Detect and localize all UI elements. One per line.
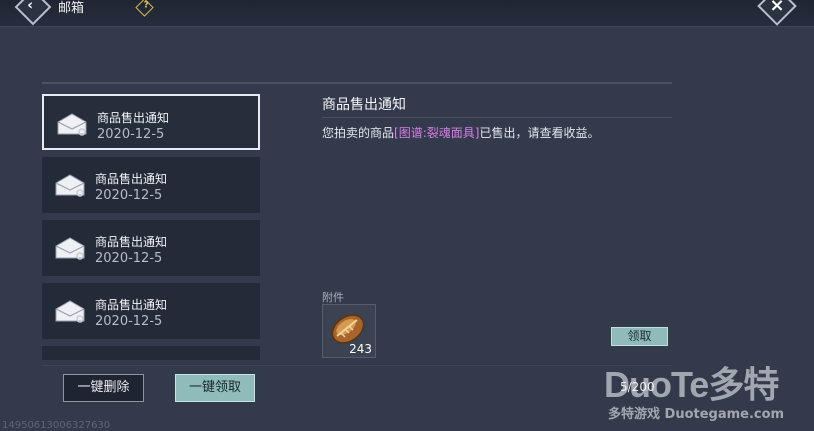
mail-item-date: 2020-12-5: [95, 188, 163, 203]
bottom-divider: [42, 365, 672, 366]
top-bar: [0, 0, 814, 27]
attachment-label: 附件: [322, 291, 344, 304]
mail-item-date: 2020-12-5: [95, 314, 163, 329]
mail-item-title: 商品售出通知: [95, 298, 168, 312]
mail-item-title: 商品售出通知: [95, 172, 168, 186]
mail-item-partial[interactable]: [42, 346, 260, 360]
sold-item-name: [图谱:裂魂面具]: [394, 126, 480, 140]
chevron-left-icon: ‹: [27, 0, 33, 14]
mail-item[interactable]: 商品售出通知 2020-12-5: [42, 220, 260, 276]
body-prefix: 您拍卖的商品: [322, 126, 395, 140]
envelope-icon: [55, 174, 85, 197]
delete-all-button[interactable]: 一键删除: [63, 374, 144, 402]
mail-item-date: 2020-12-5: [95, 251, 163, 266]
attachment-count: 243: [349, 342, 372, 356]
envelope-icon: [57, 113, 87, 136]
mail-detail-body: 您拍卖的商品[图谱:裂魂面具]已售出，请查看收益。: [322, 124, 599, 141]
page-title: 邮箱: [58, 1, 85, 16]
top-divider: [42, 82, 672, 84]
detail-divider: [322, 117, 672, 118]
envelope-icon: [55, 237, 85, 260]
mail-list[interactable]: 商品售出通知 2020-12-5 商品售出通知 2020-12-5 商品售出通知…: [42, 94, 260, 360]
watermark-logo: DuoTe多特: [604, 364, 779, 405]
body-suffix: 已售出，请查看收益。: [479, 126, 600, 140]
mail-item-title: 商品售出通知: [95, 235, 168, 249]
mail-item[interactable]: 商品售出通知 2020-12-5: [42, 157, 260, 213]
close-icon: ×: [769, 0, 785, 16]
player-id-text: 14950613006327630: [2, 420, 111, 431]
mail-detail-title: 商品售出通知: [322, 97, 406, 113]
mail-item[interactable]: 商品售出通知 2020-12-5: [42, 283, 260, 339]
claim-all-button[interactable]: 一键领取: [175, 374, 255, 402]
claim-button[interactable]: 领取: [611, 327, 668, 346]
mail-item-date: 2020-12-5: [97, 127, 165, 142]
attachment-slot[interactable]: 243: [322, 304, 376, 358]
envelope-icon: [55, 300, 85, 323]
mail-item-title: 商品售出通知: [97, 111, 170, 125]
mail-item[interactable]: 商品售出通知 2020-12-5: [42, 94, 260, 150]
watermark-url: 多特游戏 Duotegame.com: [608, 407, 785, 422]
question-mark-glyph: ?: [143, 0, 149, 11]
